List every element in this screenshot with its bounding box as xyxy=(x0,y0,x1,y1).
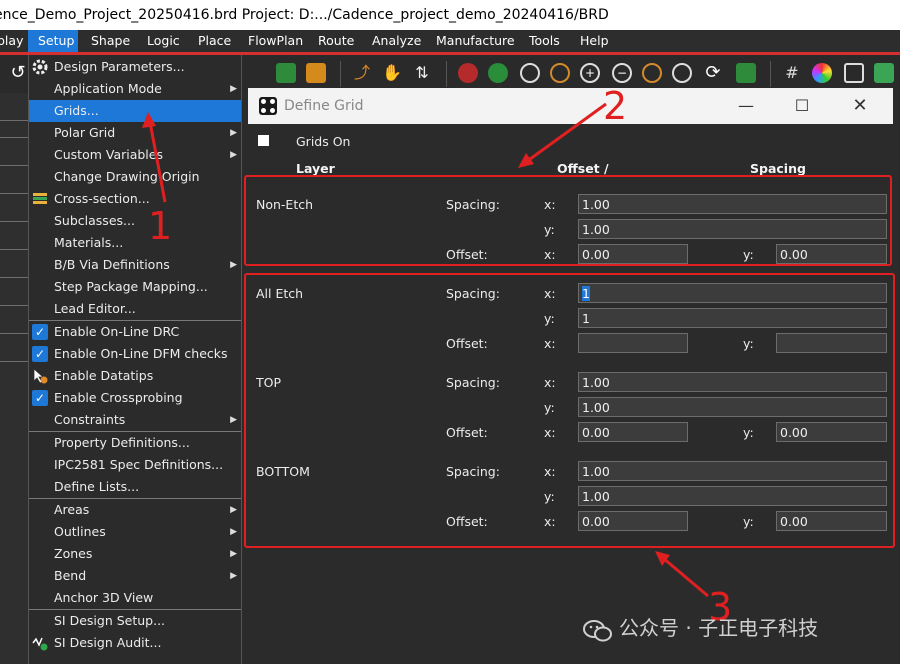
select-icon[interactable] xyxy=(306,63,326,83)
menu-bar: play Setup Shape Logic Place FlowPlan Ro… xyxy=(0,30,900,55)
menu-setup[interactable]: Setup xyxy=(28,30,78,52)
menu-polar-grid[interactable]: Polar Grid ▶ xyxy=(29,122,241,144)
menu-bend[interactable]: Bend ▶ xyxy=(29,565,241,587)
menu-enable-online-dfm[interactable]: ✓ Enable On-Line DFM checks xyxy=(29,343,241,365)
submenu-arrow-icon: ▶ xyxy=(230,415,237,425)
swap-icon[interactable]: ⇅ xyxy=(412,63,432,83)
menu-custom-variables[interactable]: Custom Variables ▶ xyxy=(29,144,241,166)
dialog-title-bar[interactable]: Define Grid — ☐ ✕ xyxy=(248,88,893,124)
menu-flowplan[interactable]: FlowPlan xyxy=(243,30,308,52)
menu-route[interactable]: Route xyxy=(313,30,359,52)
submenu-arrow-icon: ▶ xyxy=(230,505,237,515)
menu-enable-datatips[interactable]: Enable Datatips xyxy=(29,365,241,387)
dfm-icon[interactable] xyxy=(488,63,508,83)
menu-grids[interactable]: Grids... xyxy=(29,100,241,122)
redraw-icon[interactable]: ⟳ xyxy=(703,63,723,83)
drc-icon[interactable] xyxy=(458,63,478,83)
menu-materials[interactable]: Materials... xyxy=(29,232,241,254)
menu-si-design-setup[interactable]: SI Design Setup... xyxy=(29,610,241,632)
submenu-arrow-icon: ▶ xyxy=(230,84,237,94)
maximize-icon[interactable]: ☐ xyxy=(779,88,825,124)
menu-constraints[interactable]: Constraints ▶ xyxy=(29,409,241,431)
annotation-number-2: 2 xyxy=(603,84,628,128)
setup-menu: Design Parameters... Application Mode ▶ … xyxy=(28,55,242,664)
menu-zones[interactable]: Zones ▶ xyxy=(29,543,241,565)
grids-on-checkbox[interactable] xyxy=(258,135,269,146)
window-title: ence_Demo_Project_20250416.brd Project: … xyxy=(0,7,609,23)
left-panel xyxy=(0,93,28,664)
close-icon[interactable]: ✕ xyxy=(837,88,883,124)
menu-ipc2581-spec-definitions[interactable]: IPC2581 Spec Definitions... xyxy=(29,454,241,476)
color-icon[interactable] xyxy=(812,63,832,83)
submenu-arrow-icon: ▶ xyxy=(230,260,237,270)
submenu-arrow-icon: ▶ xyxy=(230,150,237,160)
menu-change-drawing-origin[interactable]: Change Drawing Origin xyxy=(29,166,241,188)
undo-icon[interactable]: ↺ xyxy=(8,63,28,83)
menu-analyze[interactable]: Analyze xyxy=(367,30,426,52)
watermark: 公众号 · 子正电子科技 xyxy=(583,610,818,646)
menu-place[interactable]: Place xyxy=(193,30,236,52)
submenu-arrow-icon: ▶ xyxy=(230,527,237,537)
minimize-icon[interactable]: — xyxy=(723,88,769,124)
app-logo-icon xyxy=(259,97,277,115)
wechat-icon xyxy=(583,618,613,642)
menu-outlines[interactable]: Outlines ▶ xyxy=(29,521,241,543)
submenu-arrow-icon: ▶ xyxy=(230,549,237,559)
annotation-number-1: 1 xyxy=(148,204,173,248)
gear-icon xyxy=(32,59,48,75)
layer-stack-icon xyxy=(32,191,48,207)
layers-icon[interactable] xyxy=(874,63,894,83)
checkmark-icon[interactable]: ✓ xyxy=(32,346,48,362)
annotation-box-non-etch xyxy=(244,175,892,266)
audit-icon xyxy=(32,635,48,651)
menu-shape[interactable]: Shape xyxy=(86,30,135,52)
menu-lead-editor[interactable]: Lead Editor... xyxy=(29,298,241,320)
menu-help[interactable]: Help xyxy=(575,30,614,52)
zoom-fit-icon[interactable] xyxy=(520,63,540,83)
datatip-icon xyxy=(32,368,48,384)
hand-icon[interactable]: ✋ xyxy=(382,63,402,83)
grid-toggle-icon[interactable]: # xyxy=(782,63,802,83)
component-icon[interactable] xyxy=(276,63,296,83)
menu-tools[interactable]: Tools xyxy=(524,30,565,52)
menu-subclasses[interactable]: Subclasses... xyxy=(29,210,241,232)
zoom-world-icon[interactable] xyxy=(672,63,692,83)
menu-anchor-3d-view[interactable]: Anchor 3D View xyxy=(29,587,241,609)
menu-logic[interactable]: Logic xyxy=(142,30,185,52)
zoom-out-icon[interactable]: − xyxy=(612,63,632,83)
menu-display[interactable]: play xyxy=(0,30,28,52)
menu-define-lists[interactable]: Define Lists... xyxy=(29,476,241,498)
zoom-previous-icon[interactable] xyxy=(642,63,662,83)
checkmark-icon[interactable]: ✓ xyxy=(32,324,48,340)
submenu-arrow-icon: ▶ xyxy=(230,571,237,581)
watermark-text: 公众号 · 子正电子科技 xyxy=(619,616,819,640)
dialog-title: Define Grid xyxy=(284,98,364,114)
menu-cross-section[interactable]: Cross-section... xyxy=(29,188,241,210)
zoom-window-icon[interactable] xyxy=(550,63,570,83)
annotation-box-etch-layers xyxy=(244,273,895,548)
menu-areas[interactable]: Areas ▶ xyxy=(29,499,241,521)
submenu-arrow-icon: ▶ xyxy=(230,128,237,138)
menu-bb-via-definitions[interactable]: B/B Via Definitions ▶ xyxy=(29,254,241,276)
menu-enable-online-drc[interactable]: ✓ Enable On-Line DRC xyxy=(29,321,241,343)
menu-step-package-mapping[interactable]: Step Package Mapping... xyxy=(29,276,241,298)
menu-enable-crossprobing[interactable]: ✓ Enable Crossprobing xyxy=(29,387,241,409)
connect-icon[interactable]: ⤴ xyxy=(352,63,372,83)
shadow-icon[interactable] xyxy=(844,63,864,83)
grids-on-label: Grids On xyxy=(296,134,351,149)
zoom-in-icon[interactable]: + xyxy=(580,63,600,83)
menu-manufacture[interactable]: Manufacture xyxy=(431,30,520,52)
window-title-bar: ence_Demo_Project_20250416.brd Project: … xyxy=(0,0,900,30)
menu-property-definitions[interactable]: Property Definitions... xyxy=(29,432,241,454)
menu-application-mode[interactable]: Application Mode ▶ xyxy=(29,78,241,100)
menu-design-parameters[interactable]: Design Parameters... xyxy=(29,56,241,78)
menu-si-design-audit[interactable]: SI Design Audit... xyxy=(29,632,241,654)
board-icon[interactable] xyxy=(736,63,756,83)
checkmark-icon[interactable]: ✓ xyxy=(32,390,48,406)
